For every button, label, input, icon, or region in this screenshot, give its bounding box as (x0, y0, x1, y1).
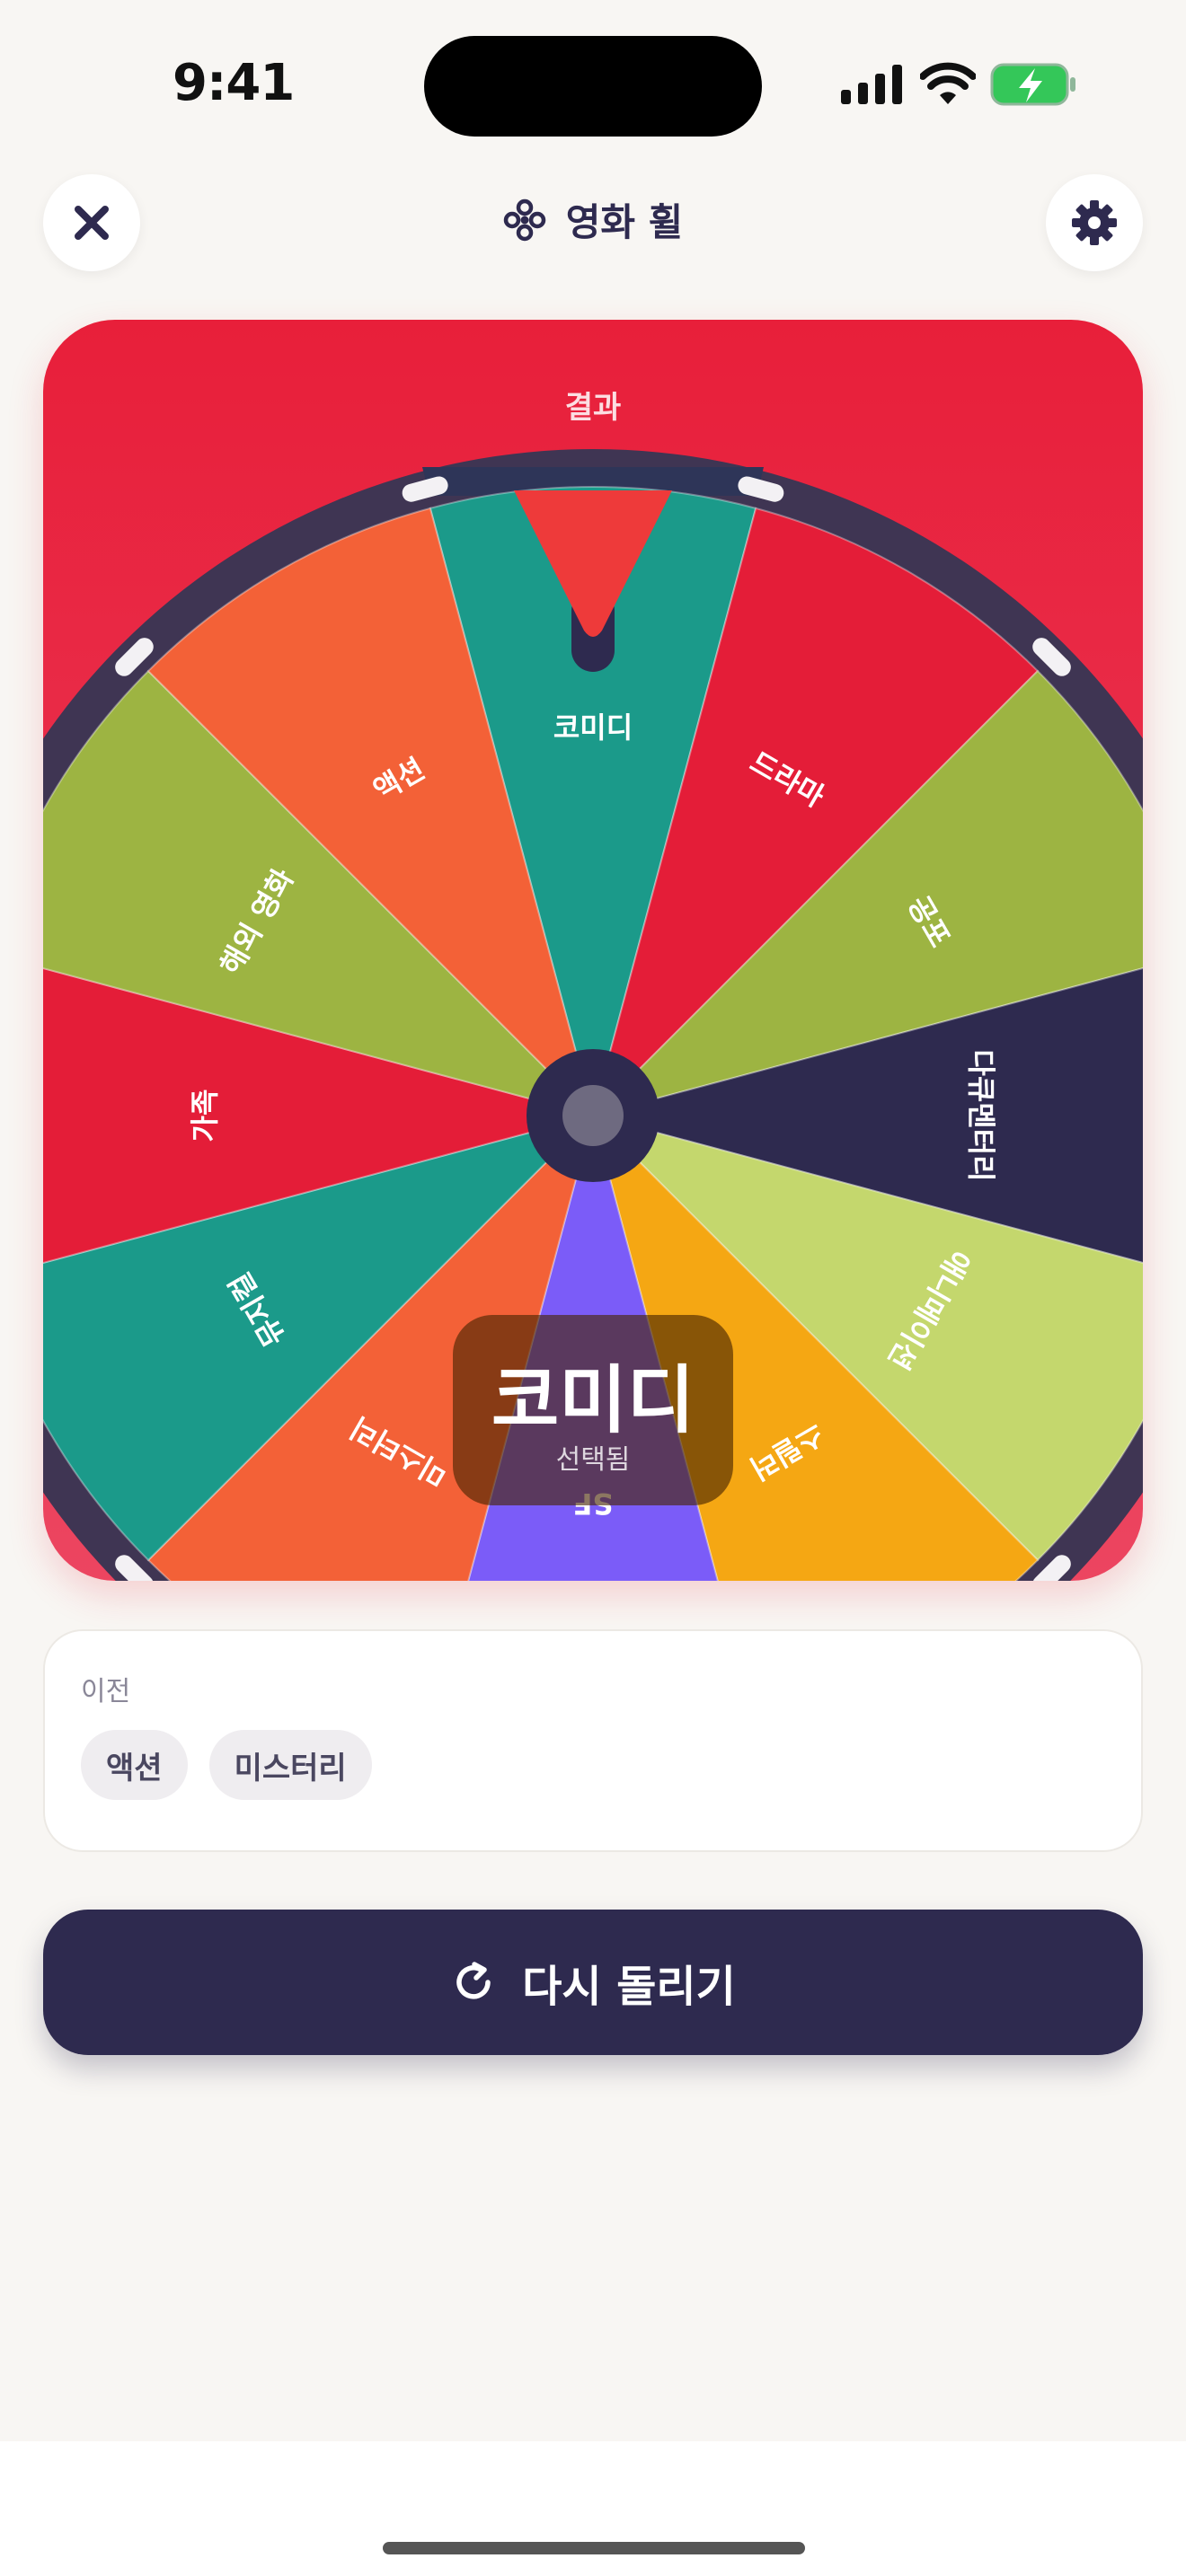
gear-icon (1072, 200, 1117, 245)
dynamic-island (424, 36, 762, 137)
wheel-segment-label: 코미디 (553, 710, 633, 745)
wheel-segment-label: 가족 (188, 1090, 222, 1142)
selected-name: 코미디 (491, 1358, 695, 1443)
spin-again-label: 다시 돌리기 (522, 1962, 736, 2012)
spin-again-button[interactable]: 다시 돌리기 (43, 1910, 1143, 2055)
selected-result: 코미디 선택됨 (453, 1315, 733, 1505)
settings-button[interactable] (1046, 174, 1143, 271)
battery-charging-icon (990, 63, 1075, 106)
wheel-segment-label: 다큐멘터리 (964, 1049, 998, 1181)
history-chip[interactable]: 액션 (81, 1730, 188, 1800)
history-card: 이전 액션 미스터리 (43, 1629, 1143, 1852)
selected-caption: 선택됨 (555, 1444, 631, 1476)
wifi-icon (920, 62, 976, 104)
history-chip[interactable]: 미스터리 (208, 1730, 372, 1800)
page-title: 영화 휠 (565, 200, 684, 244)
history-label: 이전 (81, 1676, 131, 1707)
status-time: 9:41 (173, 54, 295, 112)
wheel-hub-cap (562, 1085, 624, 1146)
cellular-signal-icon (841, 65, 902, 104)
flower-icon (503, 198, 545, 241)
history-chips: 액션 미스터리 (81, 1730, 372, 1800)
bottom-bar (0, 2441, 1186, 2576)
refresh-icon (456, 1962, 491, 1999)
header: 영화 휠 (0, 192, 1186, 247)
wheel-card: 결과 코미디드라마공포다큐멘터리애니메이션스릴러SF미스터리뮤지컬가족해외 영화… (43, 320, 1143, 1581)
home-indicator (383, 2542, 805, 2554)
